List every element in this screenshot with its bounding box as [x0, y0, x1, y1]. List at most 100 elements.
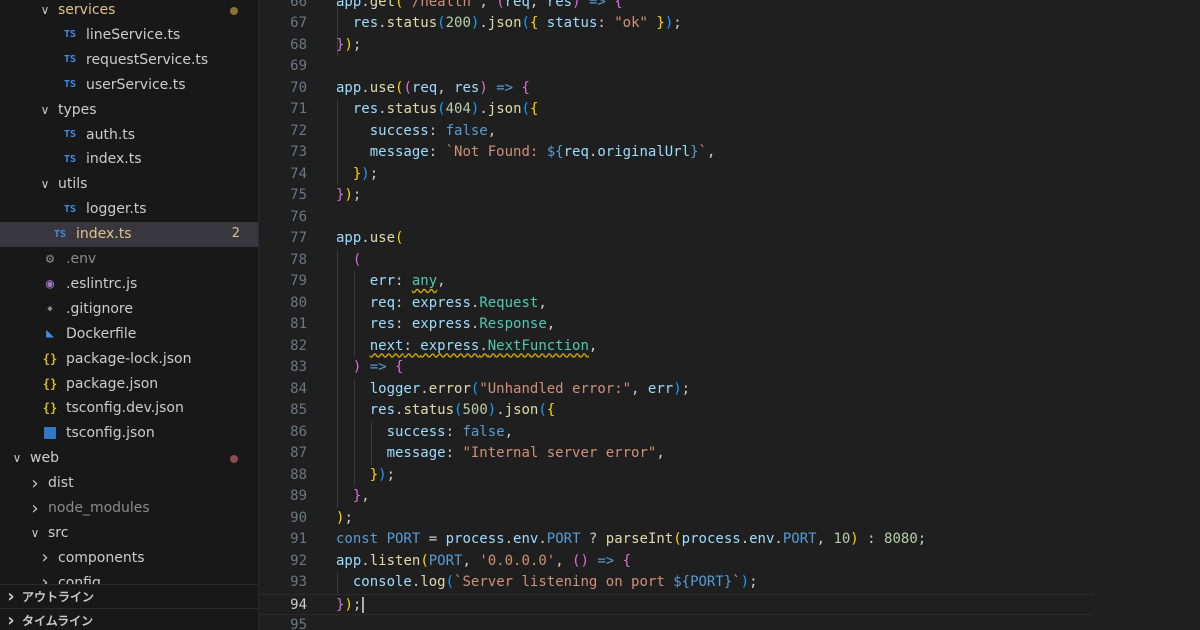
tree-file[interactable]: {} tsconfig.dev.json: [0, 396, 258, 421]
code-token: (: [352, 251, 362, 268]
code-token: ): [344, 596, 353, 613]
chevron-right-icon[interactable]: ›: [38, 547, 52, 568]
chevron-down-icon[interactable]: ∨: [38, 177, 52, 191]
code-line[interactable]: 95: [259, 615, 1094, 630]
tree-folder[interactable]: › dist: [0, 471, 258, 496]
outline-panel-header[interactable]: › アウトライン: [0, 584, 258, 608]
tree-folder[interactable]: › components: [0, 545, 258, 570]
code-token: PORT: [546, 531, 581, 547]
tree-file[interactable]: ◉ .eslintrc.js: [0, 271, 258, 296]
tree-file[interactable]: TS userService.ts: [0, 72, 258, 97]
code-token: .: [479, 101, 488, 117]
typescript-file-icon: TS: [63, 203, 77, 215]
code-line[interactable]: 87 message: "Internal server error",: [259, 443, 1094, 465]
code-token: ,: [361, 488, 370, 504]
chevron-down-icon[interactable]: ∨: [10, 451, 24, 465]
tree-folder[interactable]: ∨ types: [0, 97, 258, 122]
code-text: err: any,: [336, 271, 446, 293]
tree-file[interactable]: ◣ Dockerfile: [0, 321, 258, 346]
code-line[interactable]: 71 res.status(404).json({: [259, 99, 1094, 121]
code-token: ,: [437, 273, 446, 289]
tree-file[interactable]: TS requestService.ts: [0, 47, 258, 72]
tree-folder[interactable]: ∨ utils: [0, 172, 258, 197]
code-line[interactable]: 81 res: express.Response,: [259, 314, 1094, 336]
code-token: 8080: [884, 531, 918, 547]
timeline-panel-header[interactable]: › タイムライン: [0, 608, 258, 630]
code-line[interactable]: 82 next: express.NextFunction,: [259, 336, 1094, 358]
docker-icon: ◣: [46, 326, 54, 342]
chevron-right-icon[interactable]: ›: [28, 473, 42, 494]
code-line[interactable]: 77 app.use(: [259, 228, 1094, 250]
code-line[interactable]: 88 });: [259, 465, 1094, 487]
tree-item-label: tsconfig.json: [66, 425, 155, 442]
chevron-right-icon[interactable]: ›: [4, 586, 18, 607]
chevron-down-icon[interactable]: ∨: [38, 3, 52, 17]
tree-file[interactable]: TS auth.ts: [0, 122, 258, 147]
tree-file[interactable]: {} package.json: [0, 371, 258, 396]
line-number: 85: [290, 402, 307, 418]
chevron-down-icon[interactable]: ∨: [38, 103, 52, 117]
code-line[interactable]: 92 app.listen(PORT, '0.0.0.0', () => {: [259, 551, 1094, 573]
code-token: 200: [445, 15, 471, 31]
code-token: ;: [749, 574, 758, 590]
code-token: false: [445, 122, 488, 139]
tree-folder[interactable]: › node_modules: [0, 496, 258, 521]
code-line[interactable]: 84 logger.error("Unhandled error:", err)…: [259, 379, 1094, 401]
tree-folder[interactable]: ∨ services: [0, 0, 258, 23]
code-token: listen: [369, 552, 421, 569]
code-line[interactable]: 78 (: [259, 250, 1094, 272]
code-token: ): [664, 15, 674, 31]
code-line[interactable]: 93 console.log(`Server listening on port…: [259, 572, 1094, 594]
modified-dot-icon: [230, 6, 238, 15]
code-line[interactable]: 80 req: express.Request,: [259, 293, 1094, 315]
code-line[interactable]: 75});: [259, 185, 1094, 207]
tree-file[interactable]: TS logger.ts: [0, 197, 258, 222]
code-line[interactable]: 94});: [259, 593, 1094, 615]
code-line[interactable]: 73 message: `Not Found: ${req.originalUr…: [259, 142, 1094, 164]
code-line[interactable]: 66 app.get("/health", (req, res) => {: [259, 0, 1094, 13]
code-token: ,: [462, 552, 480, 569]
chevron-right-icon[interactable]: ›: [28, 498, 42, 519]
code-line[interactable]: 89 },: [259, 486, 1094, 508]
tree-file[interactable]: TS index.ts: [0, 147, 258, 172]
code-token: PORT: [690, 574, 724, 590]
tree-file[interactable]: ◆ .gitignore: [0, 296, 258, 321]
code-line[interactable]: 90);: [259, 508, 1094, 530]
code-line[interactable]: 68});: [259, 35, 1094, 57]
code-line[interactable]: 67 res.status(200).json({ status: "ok" }…: [259, 13, 1094, 35]
tree-file[interactable]: ⚙ .env: [0, 247, 258, 272]
code-token: app: [336, 230, 362, 246]
tree-folder[interactable]: ∨ src: [0, 520, 258, 545]
tree-file[interactable]: TS index.ts 2: [0, 221, 258, 247]
code-token: .: [420, 380, 429, 397]
chevron-right-icon[interactable]: ›: [4, 610, 18, 630]
code-token: 500: [462, 402, 488, 418]
code-token: }: [369, 466, 379, 483]
code-editor[interactable]: 66 app.get("/health", (req, res) => {67 r…: [259, 0, 1200, 630]
code-line[interactable]: 74 });: [259, 164, 1094, 186]
code-token: =>: [580, 0, 615, 10]
code-line[interactable]: 85 res.status(500).json({: [259, 400, 1094, 422]
code-token: ): [740, 574, 750, 590]
code-line[interactable]: 70 app.use((req, res) => {: [259, 78, 1094, 100]
code-line[interactable]: 72 success: false,: [259, 121, 1094, 143]
code-token: .: [479, 337, 488, 354]
code-line[interactable]: 76: [259, 207, 1094, 229]
tree-item-label: userService.ts: [86, 76, 186, 93]
code-line[interactable]: 69: [259, 56, 1094, 78]
tree-folder[interactable]: ∨ web: [0, 446, 258, 471]
tree-file[interactable]: tsconfig.json: [0, 421, 258, 446]
code-token: res: [369, 402, 396, 418]
tree-file[interactable]: TS lineService.ts: [0, 22, 258, 47]
code-text: app.get("/health", (req, res) => {: [336, 0, 623, 13]
tree-file[interactable]: {} package-lock.json: [0, 346, 258, 371]
code-line[interactable]: 86 success: false,: [259, 422, 1094, 444]
code-line[interactable]: 79 err: any,: [259, 271, 1094, 293]
chevron-down-icon[interactable]: ∨: [28, 526, 42, 540]
code-line[interactable]: 83 ) => {: [259, 357, 1094, 379]
code-line[interactable]: 91 const PORT = process.env.PORT ? parseI…: [259, 529, 1094, 551]
line-number: 95: [290, 617, 307, 630]
code-token: (: [673, 531, 682, 547]
